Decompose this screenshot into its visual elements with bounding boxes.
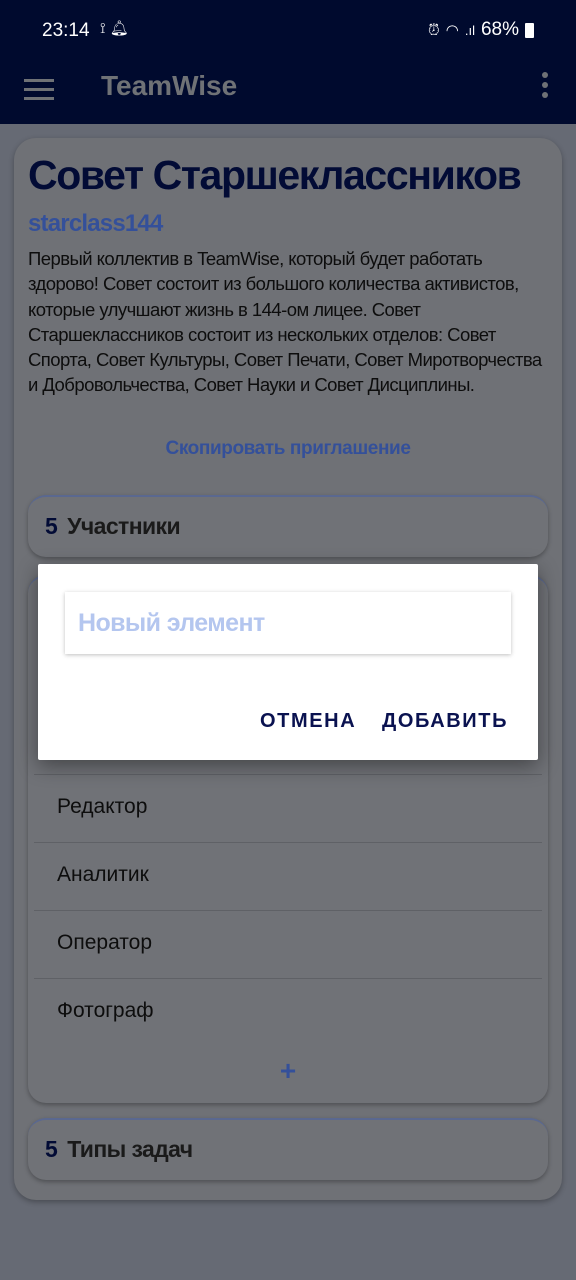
- members-label: Участники: [67, 513, 180, 539]
- add-button[interactable]: ДОБАВИТЬ: [382, 710, 508, 733]
- battery-icon: [525, 22, 534, 38]
- members-count: 5: [45, 513, 58, 539]
- list-item[interactable]: Редактор: [34, 774, 542, 842]
- signal-icon: .ıl: [464, 22, 475, 38]
- cast-icon: ⟟: [100, 20, 106, 37]
- clock: 23:14: [42, 20, 90, 41]
- new-item-input[interactable]: [65, 592, 511, 654]
- members-section[interactable]: 5 Участники: [28, 495, 548, 557]
- status-bar: 23:14 ⟟ 🔔︎ ⏰︎ ◠ .ıl 68%: [0, 0, 576, 62]
- list-item[interactable]: Фотограф: [34, 978, 542, 1046]
- alarm-icon: ⏰︎: [428, 21, 440, 39]
- team-username: starclass144: [28, 210, 163, 237]
- list-item[interactable]: Аналитик: [34, 842, 542, 910]
- task-types-label: Типы задач: [67, 1136, 193, 1162]
- task-types-section[interactable]: 5 Типы задач: [28, 1118, 548, 1180]
- notification-bell-icon: 🔔︎: [109, 20, 129, 37]
- hamburger-menu-icon[interactable]: [24, 74, 54, 104]
- team-name: Совет Старшеклассников: [28, 152, 522, 198]
- wifi-icon: ◠: [445, 22, 459, 39]
- task-types-count: 5: [45, 1136, 58, 1162]
- add-item-dialog: ОТМЕНА ДОБАВИТЬ: [38, 564, 538, 760]
- copy-invite-button[interactable]: Скопировать приглашение: [14, 438, 562, 460]
- add-item-button[interactable]: +: [28, 1055, 548, 1087]
- list-item[interactable]: Оператор: [34, 910, 542, 978]
- cancel-button[interactable]: ОТМЕНА: [260, 710, 356, 733]
- app-title: TeamWise: [101, 70, 238, 101]
- more-options-icon[interactable]: [540, 72, 550, 98]
- app-bar: TeamWise: [0, 62, 576, 124]
- battery-percent: 68%: [480, 19, 519, 40]
- team-description: Первый коллектив в TeamWise, который буд…: [28, 248, 542, 396]
